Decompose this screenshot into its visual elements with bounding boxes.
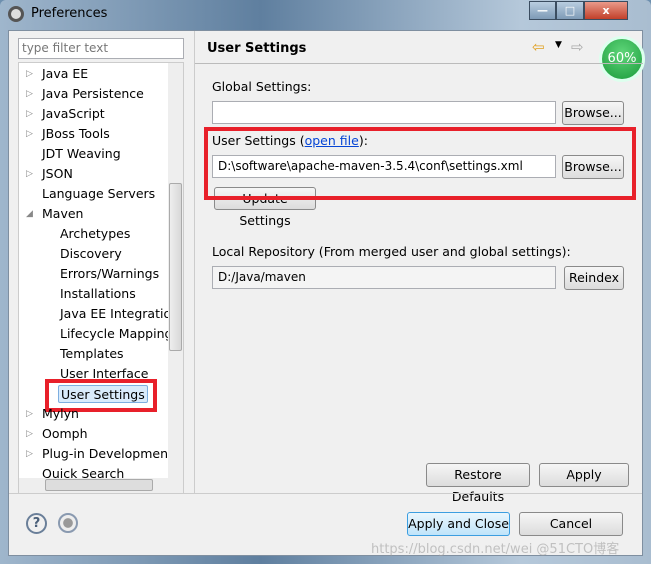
close-button[interactable]: x xyxy=(584,1,628,20)
global-browse-button[interactable]: Browse... xyxy=(562,101,624,125)
tree-item[interactable]: Maven xyxy=(42,205,83,223)
back-arrow-icon[interactable]: ⇦ xyxy=(532,38,545,56)
tree-item[interactable]: Mylyn xyxy=(42,405,79,423)
cancel-button[interactable]: Cancel xyxy=(519,512,623,536)
expand-icon[interactable]: ▷ xyxy=(26,129,33,139)
sash[interactable] xyxy=(194,31,195,493)
help-icon[interactable]: ? xyxy=(26,513,47,534)
highlight-box xyxy=(204,127,636,200)
expand-icon[interactable]: ▷ xyxy=(26,109,33,119)
tree-item[interactable]: JavaScript xyxy=(42,105,105,123)
expand-icon[interactable]: ▷ xyxy=(26,169,33,179)
global-settings-label: Global Settings: xyxy=(212,79,312,94)
reindex-button[interactable]: Reindex xyxy=(564,266,624,290)
tree-item[interactable]: Java Persistence xyxy=(42,85,144,103)
tree-item[interactable]: Lifecycle Mappings xyxy=(60,325,179,343)
back-menu-icon[interactable]: ▼ xyxy=(555,40,562,50)
local-repo-label: Local Repository (From merged user and g… xyxy=(212,244,571,259)
divider xyxy=(195,63,643,64)
vertical-scroll-thumb[interactable] xyxy=(169,183,182,351)
tree-item[interactable]: Oomph xyxy=(42,425,88,443)
horizontal-scroll-thumb[interactable] xyxy=(45,479,153,491)
expand-icon[interactable]: ▷ xyxy=(26,89,33,99)
vertical-scrollbar[interactable] xyxy=(168,63,183,479)
tree-item[interactable]: Language Servers xyxy=(42,185,155,203)
tree-item[interactable]: Installations xyxy=(60,285,136,303)
tree-item[interactable]: JDT Weaving xyxy=(42,145,121,163)
tree-item[interactable]: Java EE Integration xyxy=(60,305,179,323)
apply-button[interactable]: Apply xyxy=(539,463,629,487)
forward-arrow-icon[interactable]: ⇨ xyxy=(571,38,584,56)
apply-and-close-button[interactable]: Apply and Close xyxy=(407,512,510,536)
tree-item[interactable]: Archetypes xyxy=(60,225,130,243)
expanded-icon[interactable]: ◢ xyxy=(26,209,33,219)
horizontal-scrollbar[interactable] xyxy=(19,478,183,493)
dialog-client: type filter text ▷ Java EE ▷ Java Persisten… xyxy=(8,30,645,557)
expand-icon[interactable]: ▷ xyxy=(26,69,33,79)
preferences-gear-icon xyxy=(8,6,24,22)
expand-icon[interactable]: ▷ xyxy=(26,409,33,419)
minimize-button[interactable]: — xyxy=(529,1,556,20)
window-title: Preferences xyxy=(31,6,108,21)
filter-input[interactable]: type filter text xyxy=(18,38,184,59)
watermark: https://blog.csdn.net/wei @51CTO博客 xyxy=(371,542,620,557)
restore-defaults-button[interactable]: Restore Defaults xyxy=(426,463,530,504)
tree-item[interactable]: Discovery xyxy=(60,245,122,263)
record-macro-icon[interactable] xyxy=(58,513,78,533)
local-repo-input: D:/Java/maven xyxy=(212,266,556,289)
expand-icon[interactable]: ▷ xyxy=(26,449,33,459)
tree-item[interactable]: Java EE xyxy=(42,65,88,83)
footer-divider xyxy=(9,493,642,494)
tree-item[interactable]: Errors/Warnings xyxy=(60,265,159,283)
page-title: User Settings xyxy=(207,41,307,56)
maximize-button[interactable]: □ xyxy=(556,1,584,20)
preference-tree: ▷ Java EE ▷ Java Persistence ▷ JavaScript ▷ JBo… xyxy=(18,62,184,494)
tree-item[interactable]: Templates xyxy=(60,345,124,363)
tree-item[interactable]: JSON xyxy=(42,165,73,183)
tree-item[interactable]: Plug-in Development xyxy=(42,445,173,463)
progress-badge: 60% xyxy=(599,36,645,82)
global-settings-input[interactable] xyxy=(212,101,556,124)
tree-item[interactable]: JBoss Tools xyxy=(42,125,110,143)
expand-icon[interactable]: ▷ xyxy=(26,429,33,439)
